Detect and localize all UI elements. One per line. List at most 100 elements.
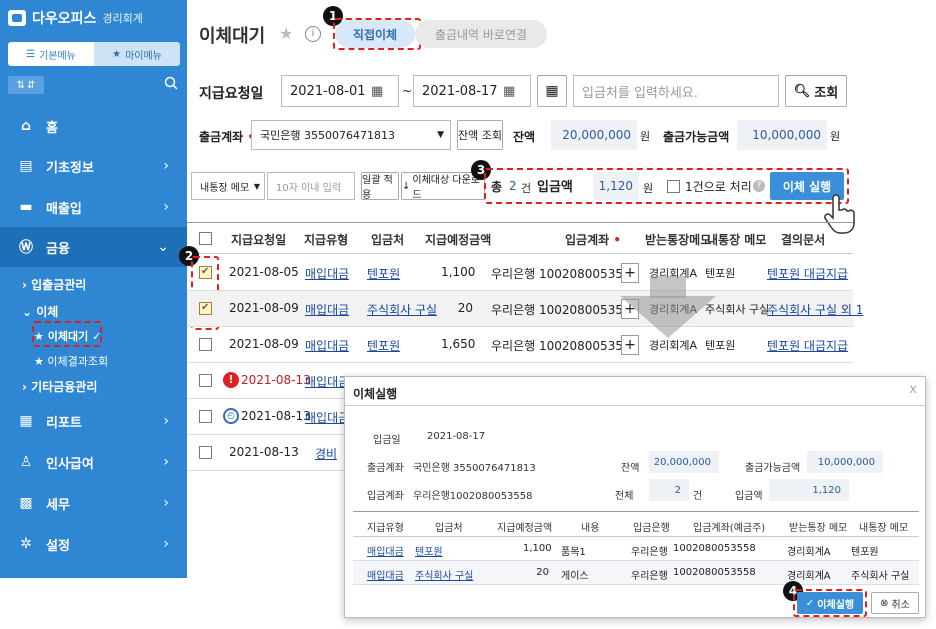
cell-document[interactable]: 텐포원 대금지급 [767, 337, 848, 354]
cell-type[interactable]: 매입대금 [305, 337, 349, 354]
popup-cell-recv-memo: 경리회계A [787, 547, 831, 558]
row-checkbox[interactable] [199, 338, 212, 351]
info-icon[interactable]: i [305, 26, 321, 42]
sidebar-item-transfer-wait[interactable]: ★ 이체대기 ✓ [34, 328, 101, 344]
search-icon[interactable] [164, 76, 178, 93]
cell-document[interactable]: 텐포원 대금지급 [767, 265, 848, 282]
calendar-button[interactable]: ▦ [537, 75, 567, 107]
person-icon: ♙ [19, 454, 33, 470]
calendar-icon[interactable]: ▦ [503, 84, 515, 99]
cell-type[interactable]: 매입대금 [305, 265, 349, 282]
sidebar-item-tax[interactable]: ▩ 세무 › [0, 483, 187, 523]
date-to-value: 2021-08-17 [422, 83, 498, 99]
cell-account: 우리은행 1002080053558 [491, 339, 639, 353]
cell-type[interactable]: 매입대금 [305, 301, 349, 318]
cell-payee[interactable]: 텐포원 [367, 265, 400, 282]
sidebar-item-settings[interactable]: ✲ 설정 › [0, 524, 187, 564]
nav-label: 인사급여 [46, 456, 94, 472]
row-checkbox[interactable] [199, 266, 212, 279]
calendar-icon[interactable]: ▦ [371, 84, 383, 99]
popup-table-row: 매입대금 주식회사 구실 20 게이스 우리은행 1002080053558 경… [353, 561, 919, 585]
table-row[interactable]: 2021-08-05 매입대금 텐포원 1,100 우리은행 100208005… [187, 255, 853, 291]
balance-label: 잔액 [513, 130, 536, 144]
sub-label: 기타금융관리 [31, 380, 98, 394]
row-checkbox[interactable] [199, 410, 212, 423]
cell-type[interactable]: 경비 [315, 445, 337, 462]
tab-withdraw-history[interactable]: 출금내역 바로연결 [415, 20, 547, 48]
logo[interactable]: 다우오피스 경리회계 [8, 8, 143, 28]
cell-type[interactable]: 매입대금 [305, 409, 349, 426]
close-icon[interactable]: x [909, 382, 917, 397]
sidebar-item-transfer-result[interactable]: ★ 이체결과조회 [34, 353, 108, 369]
single-process-label: 1건으로 처리 [685, 180, 752, 194]
popup-cell-bank: 우리은행 [631, 547, 668, 558]
col-recv-memo: 받는통장메모 [645, 233, 712, 247]
report-icon: ▦ [19, 413, 33, 429]
gear-icon: ✲ [20, 536, 32, 552]
chevron-right-icon: › [163, 158, 169, 174]
sidebar-item-report[interactable]: ▦ 리포트 › [0, 401, 187, 441]
cell-account: 우리은행 1002080053558 [491, 303, 639, 317]
col-payee: 입금처 [371, 233, 405, 247]
sidebar-item-home[interactable]: ⌂ 홈 [0, 106, 187, 146]
cell-type[interactable]: 매입대금 [305, 373, 349, 390]
sidebar-item-transfer[interactable]: ⌄ 이체 [22, 303, 58, 320]
popup-cell-type[interactable]: 매입대금 [367, 567, 404, 582]
popup-cell-content: 게이스 [561, 571, 589, 582]
popup-cell-bank: 우리은행 [631, 571, 668, 582]
popup-cell-amount: 20 [536, 567, 549, 578]
sidebar-item-deposit[interactable]: › 입출금관리 [22, 276, 86, 293]
account-value: 국민은행 3550076471813 [260, 129, 395, 142]
sidebar-item-hr[interactable]: ♙ 인사급여 › [0, 442, 187, 482]
popup-cell-payee[interactable]: 주식회사 구실 [415, 567, 473, 582]
sub-label: 이체대기 [47, 330, 89, 343]
sidebar-item-finance[interactable]: Ⓦ 금융 ⌄ [0, 227, 187, 267]
sidebar-item-other-finance[interactable]: › 기타금융관리 [22, 378, 97, 395]
batch-apply-button[interactable]: 일괄 적용 [361, 172, 399, 201]
row-checkbox[interactable] [199, 374, 212, 387]
row-checkbox[interactable] [199, 302, 212, 315]
cell-my-memo: 텐포원 [705, 339, 736, 352]
row-checkbox[interactable] [199, 446, 212, 459]
error-icon: ! [223, 372, 239, 388]
popup-cell-payee[interactable]: 텐포원 [415, 543, 443, 558]
select-all-checkbox[interactable] [199, 232, 212, 245]
memo-select[interactable]: 내통장 메모 ▼ [191, 172, 265, 200]
calculator-icon: ▩ [19, 495, 33, 511]
popup-cancel-button[interactable]: ⊗ 취소 [871, 592, 919, 614]
search-button[interactable]: 🔍︎ 조회 [785, 75, 847, 107]
chevron-right-icon: › [163, 413, 169, 429]
cell-account: 우리은행 1002080053558 [491, 267, 639, 281]
popup-cell-type[interactable]: 매입대금 [367, 543, 404, 558]
add-memo-button[interactable]: + [621, 335, 639, 355]
add-memo-button[interactable]: + [621, 263, 639, 283]
help-icon[interactable]: ? [753, 180, 765, 192]
sidebar-item-basic-info[interactable]: ▤ 기초정보 › [0, 146, 187, 186]
tab-my-label: 마이메뉴 [125, 50, 162, 62]
popup-execute-button[interactable]: ✓ 이체실행 [797, 592, 863, 614]
account-select[interactable]: 국민은행 3550076471813 ▼ [251, 120, 451, 150]
payee-search-input[interactable]: 입금처를 입력하세요. [573, 75, 779, 107]
sub-label: 입출금관리 [31, 278, 87, 292]
balance-check-button[interactable]: 잔액 조회 [457, 120, 503, 150]
sort-button[interactable]: ⇅ ⇵ [8, 76, 44, 94]
cell-payee[interactable]: 텐포원 [367, 337, 400, 354]
cell-document[interactable]: 주식회사 구실 외 1 [767, 301, 863, 318]
sidebar-item-sales[interactable]: ▬ 매출입 › [0, 187, 187, 227]
home-icon: ⌂ [20, 118, 32, 134]
table-row[interactable]: 2021-08-09 매입대금 주식회사 구실 20 우리은행 10020800… [187, 291, 863, 327]
memo-input[interactable]: 10자 이내 입력 [267, 172, 355, 200]
cell-payee[interactable]: 주식회사 구실 [367, 301, 437, 318]
dialog-divider [345, 405, 925, 406]
tab-my-menu[interactable]: ★ 마이메뉴 [94, 42, 180, 66]
single-process-checkbox[interactable] [667, 180, 680, 193]
popup-cell-account: 1002080053558 [673, 543, 756, 554]
tab-basic-menu[interactable]: ☰ 기본메뉴 [8, 42, 94, 66]
popup-execute-label: 이체실행 [817, 599, 855, 611]
favorite-star-icon[interactable]: ★ [279, 24, 293, 43]
chevron-right-icon: › [163, 536, 169, 552]
cell-recv-memo: 경리회계A [649, 339, 698, 352]
table-row[interactable]: 2021-08-09 매입대금 텐포원 1,650 우리은행 100208005… [187, 327, 853, 363]
nav-label: 세무 [46, 497, 70, 513]
sub-label: 이체결과조회 [47, 355, 109, 368]
